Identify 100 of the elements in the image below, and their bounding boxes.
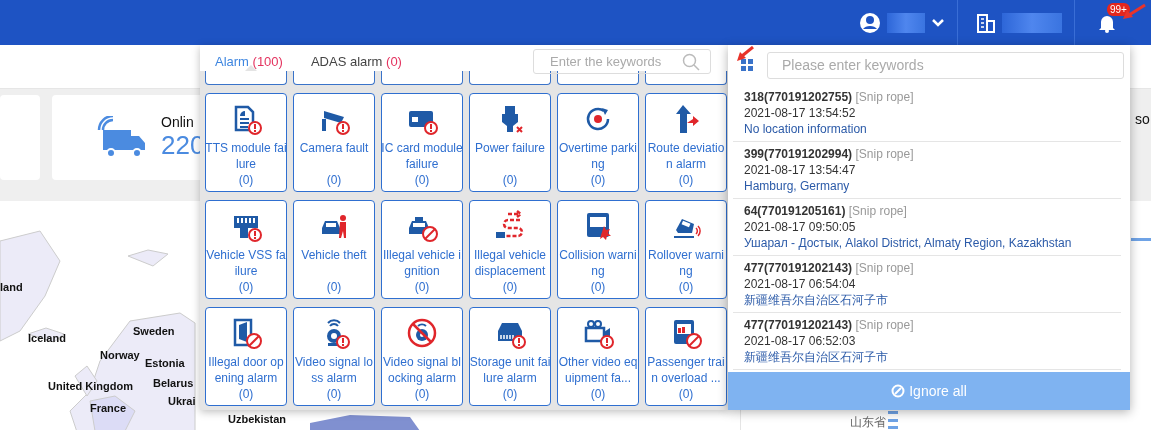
alarm-count: (0) [590,386,606,402]
alarm-type: [Snip rope] [855,147,914,161]
alarm-count: (0) [238,386,254,402]
alarm-count: (0) [326,279,342,295]
alarm-name: Other video equipment fa... [557,354,639,386]
alarm-tile[interactable]: Illegal vehicle displacement (0) [469,200,551,299]
alarm-name: Route deviation alarm [646,140,726,172]
alarm-tile[interactable]: Route deviation alarm (0) [645,93,727,192]
map-label: Belarus [153,377,194,389]
notification-item[interactable]: 318(770191202755) [Snip rope] 2021-08-17 13:54:52 No location information [733,85,1121,142]
alarm-tile[interactable] [469,71,551,85]
alarm-count: (0) [326,386,342,402]
vehicle-id: 64(770191205161) [744,204,846,218]
alarm-tab[interactable]: ADAS alarm (0) [310,54,402,70]
map-label: France [90,402,127,414]
alarm-tile[interactable]: Overtime parking (0) [557,93,639,192]
alarm-tile[interactable]: Vehicle VSS failure (0) [205,200,287,299]
alarm-tile[interactable]: Collision warning (0) [557,200,639,299]
alarm-location: Hamburg, Germany [744,178,851,194]
alarm-location: No location information [744,121,868,137]
map-label: land [0,281,23,293]
alarm-time: 2021-08-17 06:52:03 [744,333,857,349]
notification-item[interactable]: 477(770191202143) [Snip rope] 2021-08-17 06:54:04 新疆维吾尔自治区石河子市 [733,256,1121,313]
blurred-company-name [1002,12,1062,33]
alarm-name: IC card module failure [381,140,463,172]
alarm-count: (0) [326,172,342,188]
search-field[interactable]: Please enter keywords [767,51,1124,79]
notification-badge: 99+ [1107,3,1130,16]
alarm-count: (0) [502,279,518,295]
map-label: United Kingdom [48,380,133,392]
alarm-tile[interactable] [381,71,463,85]
alarm-count: (0) [678,172,694,188]
grid-icon[interactable] [741,59,753,71]
alarm-count: (0) [502,172,518,188]
alarm-name: Video signal blocking alarm [382,354,462,386]
alarm-tile[interactable]: IC card module failure (0) [381,93,463,192]
alarm-name: Illegal vehicle ignition [381,247,462,279]
map-label: Iceland [28,332,66,344]
alarm-type: [Snip rope] [855,261,914,275]
alarm-tab[interactable]: Alarm (100) [215,54,283,70]
alarm-tile[interactable]: Camera fault (0) [293,93,375,192]
alarm-tile[interactable]: Video signal loss alarm (0) [293,307,375,406]
map-label: Estonia [145,357,185,369]
alarm-count: (0) [590,172,606,188]
alarm-name: Video signal loss alarm [294,354,374,386]
alarm-name: Collision warning [558,247,638,279]
vehicle-id: 477(770191202143) [744,318,853,332]
alarm-time: 2021-08-17 13:54:47 [744,162,857,178]
alarm-count: (0) [678,386,694,402]
map-label: Norway [100,349,140,361]
alarm-count: (0) [238,172,254,188]
camcorder-icon [582,317,614,349]
alarm-count: (0) [238,279,254,295]
stat-label: so [1135,111,1150,127]
search-field[interactable]: Enter the keywords [533,49,711,74]
alarm-tile[interactable]: Storage unit failure alarm (0) [469,307,551,406]
alarm-tile[interactable] [293,71,375,85]
map-label: Ukrai [168,395,196,407]
webcam-ban-icon [406,317,438,349]
alarm-type: [Snip rope] [855,90,914,104]
alarm-count: (0) [502,386,518,402]
alarm-count: (0) [590,279,606,295]
user-icon[interactable] [859,11,881,34]
chart-axis-label: 山东省 [850,414,886,430]
alarm-type: [Snip rope] [855,318,914,332]
stat-label: Onlin [161,114,195,130]
alarm-tile[interactable]: Rollover warning (0) [645,200,727,299]
alarm-name: Vehicle VSS failure [205,247,287,279]
alarm-tile[interactable]: Passenger train overload ... (0) [645,307,727,406]
building-icon[interactable] [976,12,996,33]
alarm-tile[interactable]: Video signal blocking alarm (0) [381,307,463,406]
alarm-count: (0) [414,279,430,295]
chevron-down-icon[interactable] [931,17,945,28]
alarm-name: Illegal vehicle displacement [472,247,547,279]
alarm-tile[interactable]: TTS module failure (0) [205,93,287,192]
alarm-location: 新疆维吾尔自治区石河子市 [744,349,889,365]
alarm-location: 新疆维吾尔自治区石河子市 [744,292,889,308]
notification-item[interactable]: 477(770191202143) [Snip rope] 2021-08-17 06:52:03 新疆维吾尔自治区石河子市 [733,313,1121,370]
alarm-type: [Snip rope] [848,204,907,218]
alarm-name: Illegal door opening alarm [207,354,285,386]
alarm-tile[interactable]: Illegal door opening alarm (0) [205,307,287,406]
chart-line [1131,238,1151,241]
alarm-tile[interactable]: Power failure (0) [469,93,551,192]
alarm-tile[interactable]: Vehicle theft (0) [293,200,375,299]
arrow-icon [736,46,754,62]
alarm-name: Passenger train overload ... [646,354,726,386]
alarm-time: 2021-08-17 13:54:52 [744,105,857,121]
notification-item[interactable]: 399(770191202994) [Snip rope] 2021-08-17 13:54:47 Hamburg, Germany [733,142,1121,199]
bar-drawing [888,409,900,429]
alarm-name: Storage unit failure alarm [469,354,551,386]
alarm-tile[interactable]: Other video equipment fa... (0) [557,307,639,406]
alarm-tile[interactable] [205,71,287,85]
alarm-name: Camera fault [298,140,370,157]
alarm-name: Vehicle theft [300,247,368,264]
ban-icon [891,384,906,398]
alarm-tile[interactable]: Illegal vehicle ignition (0) [381,200,463,299]
notification-item[interactable]: 64(770191205161) [Snip rope] 2021-08-17 09:50:05 Ушарал - Достык, Alakol District, Almaty Region, Kazakhstan [733,199,1121,256]
alarm-name: TTS module failure [205,140,287,172]
alarm-time: 2021-08-17 09:50:05 [744,219,857,235]
vehicle-id: 318(770191202755) [744,90,853,104]
